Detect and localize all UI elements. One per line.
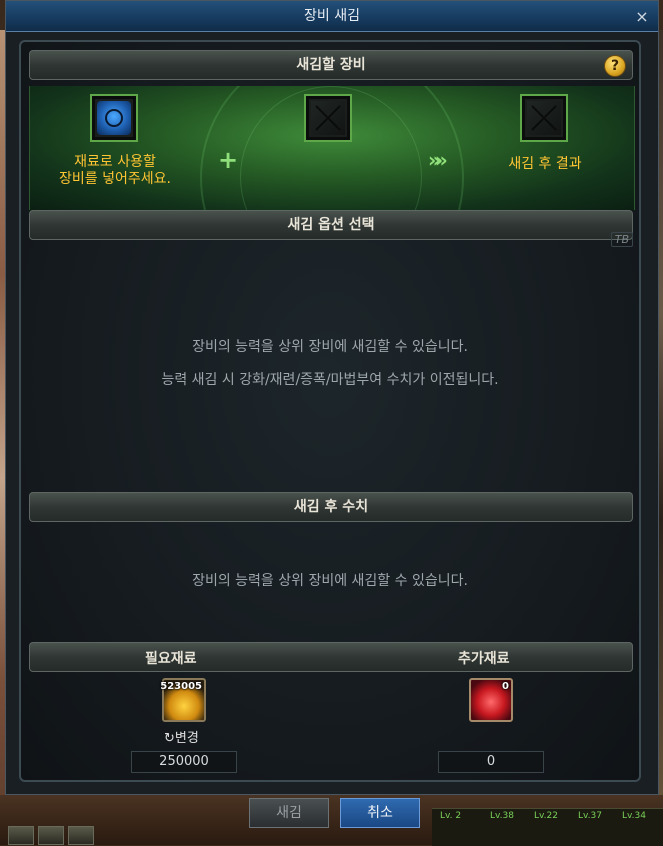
quick-slot-icon[interactable] xyxy=(38,826,64,845)
hud-level-tag: Lv.37 xyxy=(578,811,602,821)
hud-level-tag: Lv.22 xyxy=(534,811,558,821)
change-material-button[interactable]: ↻변경 xyxy=(164,727,199,746)
red-gem-icon[interactable]: 0 xyxy=(469,678,513,722)
equip-section-title: 새김할 장비 xyxy=(296,57,366,73)
result-section-header: 새김 후 수치 xyxy=(29,492,633,522)
hud-level-tag: Lv. 2 xyxy=(440,811,462,821)
required-materials-label: 필요재료 xyxy=(145,651,197,667)
material-slot-label-line2: 장비를 넣어주세요. xyxy=(59,171,171,187)
hud-level-tag: Lv.38 xyxy=(490,811,514,821)
result-description-line1: 장비의 능력을 상위 장비에 새김할 수 있습니다. xyxy=(192,573,468,589)
option-description-line2: 능력 새김 시 강화/재련/증폭/마법부여 수치가 이전됩니다. xyxy=(161,372,499,388)
quick-slot-icon[interactable] xyxy=(8,826,34,845)
party-hud-strip: Lv. 2 Lv.38 Lv.22 Lv.37 Lv.34 xyxy=(432,808,663,846)
window-titlebar[interactable]: 장비 새김 × xyxy=(6,1,658,32)
quick-slot-bar xyxy=(8,826,100,845)
help-icon[interactable]: ? xyxy=(604,55,626,77)
material-slot-label: 재료로 사용할 장비를 넣어주세요. xyxy=(40,154,190,188)
material-equipment-slot[interactable] xyxy=(90,94,138,142)
cancel-button[interactable]: 취소 xyxy=(340,798,420,828)
plus-icon: + xyxy=(218,146,239,174)
required-amount-field: 250000 xyxy=(131,751,237,773)
quick-slot-icon[interactable] xyxy=(68,826,94,845)
arrows-right-icon: »» xyxy=(428,148,448,172)
equip-slot-zone: + »» 재료로 사용할 장비를 넣어주세요. 새김 후 결과 xyxy=(29,86,635,210)
equipment-slot-icon xyxy=(97,101,131,135)
engrave-panel: 새김할 장비 ? + »» 재료로 사용할 장비를 넣어주세요. 새김 후 결과… xyxy=(19,40,641,782)
gold-count: 523005 xyxy=(160,681,202,692)
additional-materials-label: 추가재료 xyxy=(458,651,510,667)
close-icon[interactable]: × xyxy=(632,1,652,31)
material-slot-label-line1: 재료로 사용할 xyxy=(74,154,156,170)
hud-level-tag: Lv.34 xyxy=(622,811,646,821)
empty-slot-icon xyxy=(527,101,561,135)
gem-count: 0 xyxy=(502,681,509,692)
additional-amount-field: 0 xyxy=(438,751,544,773)
gold-coin-icon[interactable]: 523005 xyxy=(160,678,206,722)
target-equipment-slot[interactable] xyxy=(304,94,352,142)
option-section-title: 새김 옵션 선택 xyxy=(287,217,375,233)
option-description-line1: 장비의 능력을 상위 장비에 새김할 수 있습니다. xyxy=(192,339,468,355)
equip-section-header: 새김할 장비 ? xyxy=(29,50,633,80)
result-equipment-slot xyxy=(520,94,568,142)
engrave-confirm-button[interactable]: 새김 xyxy=(249,798,329,828)
window-title: 장비 새김 xyxy=(304,8,360,24)
materials-header-bar xyxy=(29,642,633,672)
tb-tag: TB xyxy=(610,232,633,247)
result-slot-label: 새김 후 결과 xyxy=(508,156,582,172)
option-section-header: 새김 옵션 선택 xyxy=(29,210,633,240)
result-section-title: 새김 후 수치 xyxy=(293,499,369,515)
empty-slot-icon xyxy=(311,101,345,135)
